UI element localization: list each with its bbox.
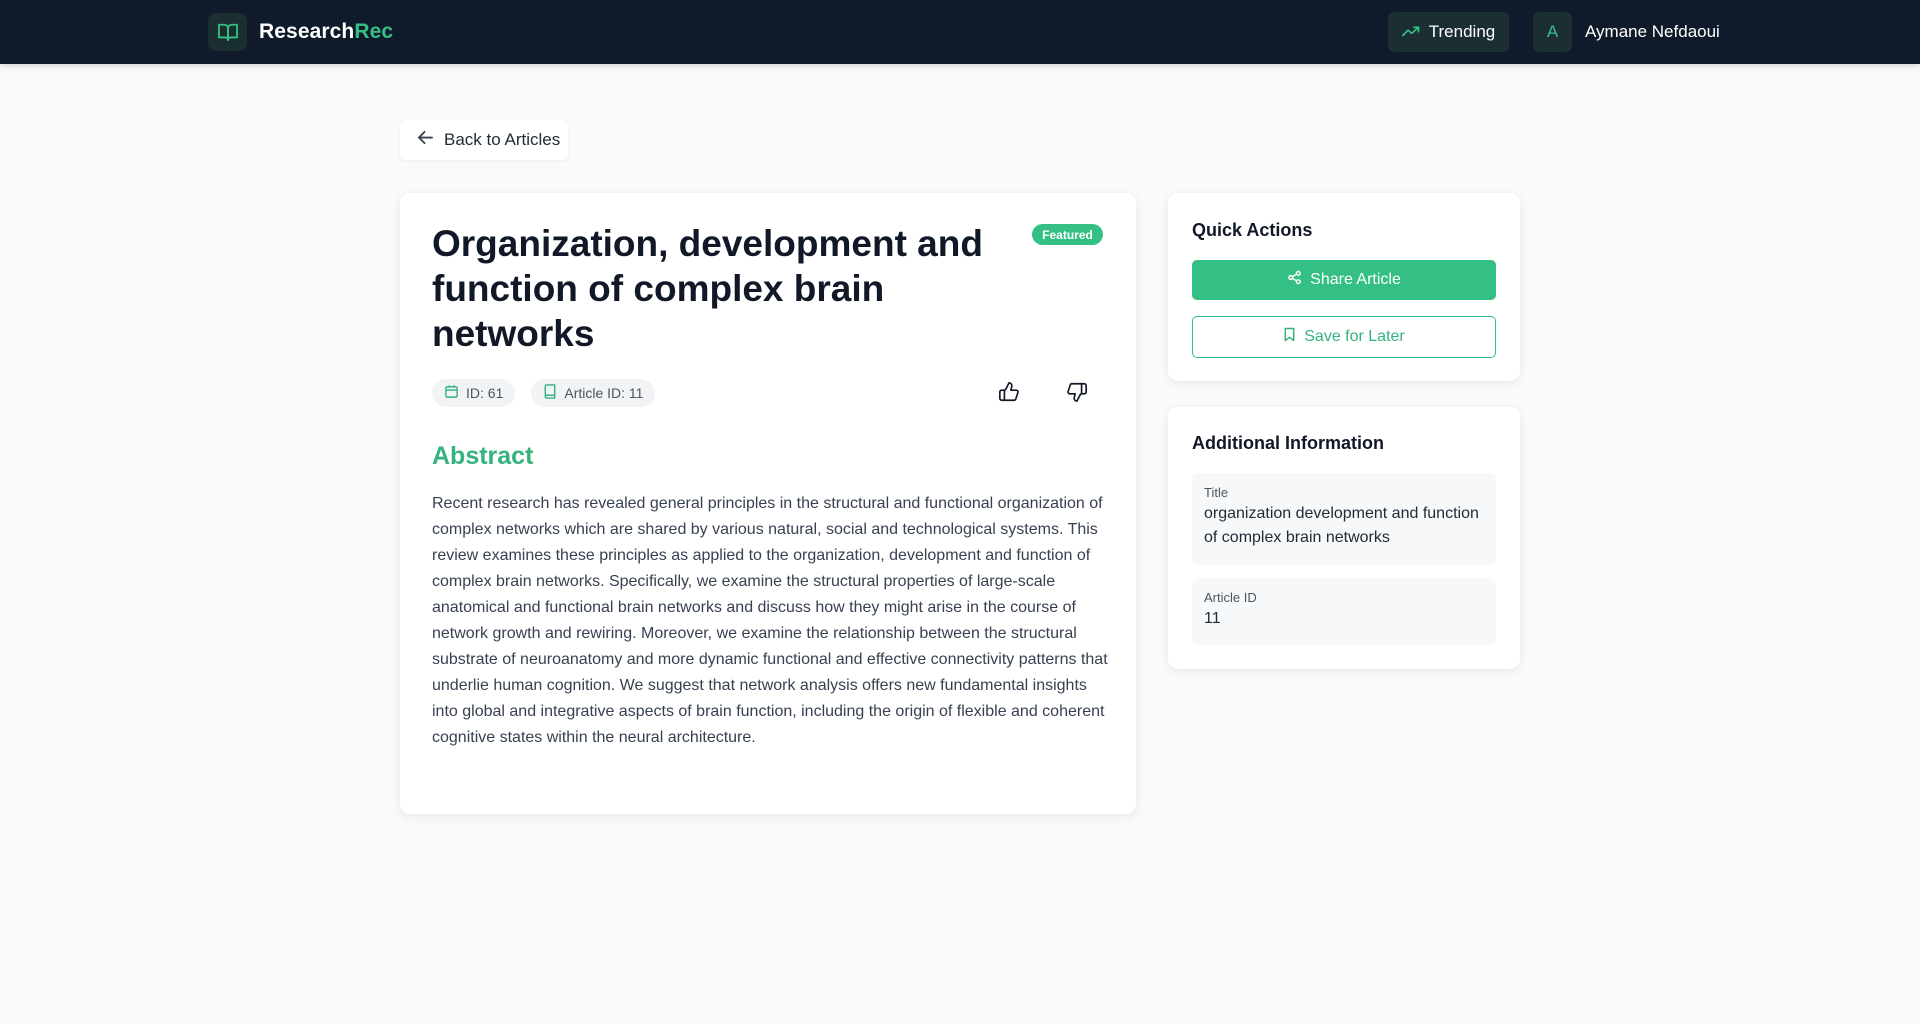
abstract-heading: Abstract — [432, 442, 534, 470]
featured-badge: Featured — [1032, 224, 1103, 245]
article-title: Organization, development and function o… — [432, 223, 983, 354]
brand-name-accent: Rec — [354, 20, 394, 43]
save-for-later-label: Save for Later — [1304, 328, 1405, 345]
abstract-text: Recent research has revealed general pri… — [432, 495, 1108, 746]
brand[interactable]: ResearchRec — [208, 13, 393, 51]
info-article-id-value: 11 — [1204, 610, 1221, 627]
calendar-icon — [444, 384, 459, 402]
back-label: Back to Articles — [444, 130, 561, 149]
info-article-id: Article ID 11 — [1192, 578, 1496, 645]
avatar[interactable]: A — [1533, 12, 1572, 52]
quick-actions-card: Quick Actions Share Article Save for Lat… — [1168, 193, 1520, 381]
share-article-button[interactable]: Share Article — [1192, 260, 1496, 300]
dislike-button[interactable] — [1062, 379, 1092, 409]
article-meta: ID: 61 Article ID: 11 — [432, 379, 656, 407]
back-to-articles-button[interactable]: Back to Articles — [400, 120, 568, 160]
info-title: Title organization development and funct… — [1192, 473, 1496, 565]
article-id-chip: Article ID: 11 — [531, 379, 656, 407]
user-menu[interactable]: A Aymane Nefdaoui — [1533, 12, 1720, 52]
thumbs-down-icon — [1066, 381, 1088, 408]
id-chip-label: ID: 61 — [466, 385, 504, 401]
top-navbar: ResearchRec Trending A Aymane Nefdaoui — [0, 0, 1920, 64]
article-id-chip-label: Article ID: 11 — [564, 385, 644, 401]
book-icon — [543, 384, 557, 402]
article-card: Organization, development and function o… — [400, 193, 1136, 814]
brand-name-main: Research — [259, 20, 355, 43]
info-title-value: organization development and function of… — [1204, 505, 1479, 546]
trending-up-icon — [1401, 22, 1420, 42]
info-article-id-label: Article ID — [1204, 590, 1257, 605]
user-name: Aymane Nefdaoui — [1585, 22, 1720, 41]
like-button[interactable] — [994, 379, 1024, 409]
brand-name: ResearchRec — [259, 20, 393, 44]
trending-label: Trending — [1428, 22, 1496, 41]
quick-actions-heading: Quick Actions — [1192, 220, 1313, 240]
info-title-label: Title — [1204, 485, 1229, 500]
arrow-left-icon — [417, 130, 434, 150]
id-chip: ID: 61 — [432, 379, 516, 407]
additional-information-heading: Additional Information — [1192, 433, 1384, 453]
book-open-icon — [208, 13, 247, 51]
share-article-label: Share Article — [1310, 271, 1401, 288]
trending-button[interactable]: Trending — [1388, 12, 1509, 52]
save-for-later-button[interactable]: Save for Later — [1192, 316, 1496, 358]
share-icon — [1287, 270, 1302, 290]
additional-information-card: Additional Information Title organizatio… — [1168, 407, 1520, 669]
thumbs-up-icon — [998, 381, 1020, 408]
bookmark-icon — [1283, 327, 1296, 347]
